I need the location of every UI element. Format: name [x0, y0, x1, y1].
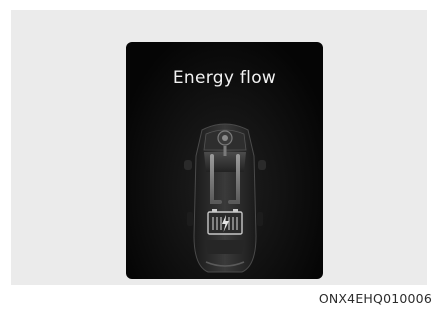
screen-title: Energy flow: [172, 68, 277, 88]
battery-icon: [207, 209, 243, 235]
motor-icon: [217, 130, 233, 146]
figure-code: ONX4EHQ010006: [318, 291, 432, 306]
vehicle-icon: [184, 123, 266, 273]
cluster-display: Energy flow: [126, 42, 323, 279]
